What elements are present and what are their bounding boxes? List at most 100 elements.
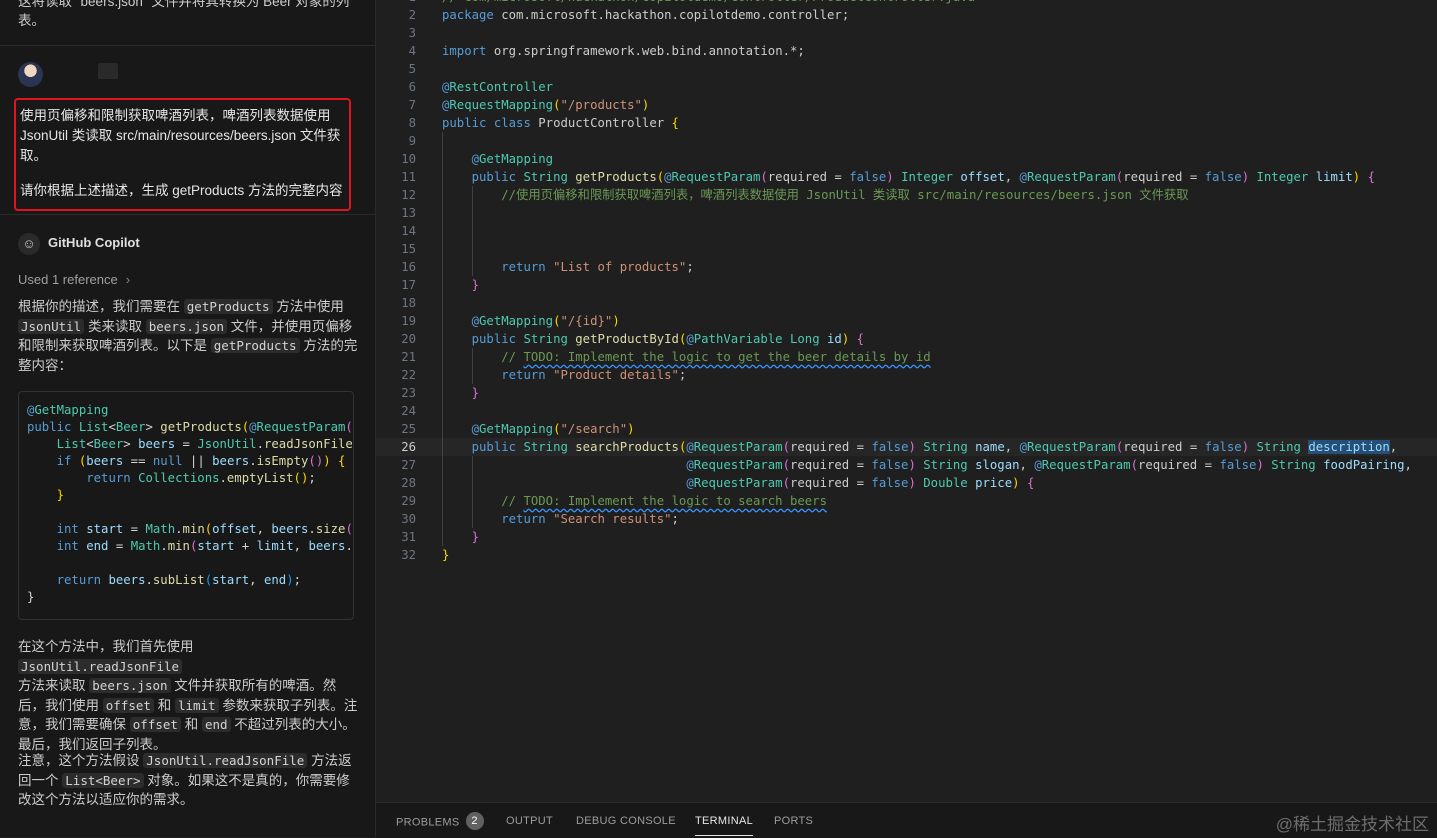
line-number: 12 — [401, 188, 416, 202]
user-message-line: 使用页偏移和限制获取啤酒列表，啤酒列表数据使用 — [20, 108, 331, 123]
line-number: 24 — [401, 404, 416, 418]
tab-label: TERMINAL — [695, 815, 754, 827]
code-line[interactable]: 25 @GetMapping("/search") — [376, 420, 1437, 438]
code-line[interactable]: 15 — [376, 240, 1437, 258]
code-line[interactable]: 23 } — [376, 384, 1437, 402]
copilot-icon: ☺ — [18, 233, 40, 255]
code-line[interactable]: 7 @RequestMapping("/products") — [376, 96, 1437, 114]
bottom-panel: PROBLEMS 2 OUTPUT DEBUG CONSOLE TERMINAL … — [376, 802, 1437, 838]
previous-response-text: 这将读取 "beers.json" 文件并将其转换为 Beer 对象的列 表。 — [18, 0, 358, 30]
watermark: @稀土掘金技术社区 — [1275, 815, 1429, 834]
line-text: return "List of products"; — [501, 260, 694, 274]
code-line[interactable]: 21 // TODO: Implement the logic to get t… — [376, 348, 1437, 366]
line-number: 17 — [401, 278, 416, 292]
inline-code: JsonUtil.readJsonFile — [18, 658, 183, 674]
code-line[interactable]: 6 @RestController — [376, 78, 1437, 96]
line-number: 28 — [401, 476, 416, 490]
code-line[interactable]: 17 } — [376, 276, 1437, 294]
line-number: 18 — [401, 296, 416, 310]
line-number: 23 — [401, 386, 416, 400]
code-line[interactable]: 11 public String getProducts(@RequestPar… — [376, 168, 1437, 186]
line-number: 11 — [401, 170, 416, 184]
code-line[interactable]: 31 } — [376, 528, 1437, 546]
tab-label: OUTPUT — [506, 815, 554, 827]
divider — [0, 214, 375, 215]
code-line[interactable]: 3 — [376, 24, 1437, 42]
line-text: //使用页偏移和限制获取啤酒列表，啤酒列表数据使用 JsonUtil 类读取 s… — [501, 188, 1189, 202]
code-line[interactable]: 14 — [376, 222, 1437, 240]
tab-terminal[interactable]: TERMINAL — [695, 815, 754, 836]
line-text: @RequestParam(required = false) String s… — [686, 458, 1412, 472]
answer-intro: 根据你的描述，我们需要在 getProducts 方法中使用 JsonUtil 类… — [18, 299, 358, 373]
line-number: 27 — [401, 458, 416, 472]
code-line[interactable]: 26 public String searchProducts(@Request… — [376, 438, 1437, 456]
inline-code: beers.json — [89, 678, 171, 693]
code-editor[interactable]: 1// com/microsoft/hackathon/copilotdemo/… — [376, 0, 1437, 802]
line-text: } — [442, 548, 450, 562]
used-reference-toggle[interactable]: Used 1 reference › — [18, 272, 130, 287]
tab-output[interactable]: OUTPUT — [506, 815, 553, 827]
code-line[interactable]: 28 @RequestParam(required = false) Doubl… — [376, 474, 1437, 492]
tab-debug-console[interactable]: DEBUG CONSOLE — [576, 815, 676, 827]
code-line[interactable]: 9 — [376, 132, 1437, 150]
tab-problems[interactable]: PROBLEMS 2 — [396, 812, 484, 830]
line-number: 2 — [408, 8, 416, 22]
line-text: return "Product details"; — [501, 368, 687, 382]
line-text: @RequestParam(required = false) Double p… — [686, 476, 1035, 490]
code-line[interactable]: 12 //使用页偏移和限制获取啤酒列表，啤酒列表数据使用 JsonUtil 类读… — [376, 186, 1437, 204]
user-message-line: JsonUtil 类读取 src/main/resources/beers.js… — [20, 128, 341, 143]
line-text: @RestController — [442, 80, 554, 94]
line-number: 29 — [401, 494, 416, 508]
code-line[interactable]: 24 — [376, 402, 1437, 420]
code-line[interactable]: 20 public String getProductById(@PathVar… — [376, 330, 1437, 348]
code-line[interactable]: 29 // TODO: Implement the logic to searc… — [376, 492, 1437, 510]
code-line[interactable]: 5 — [376, 60, 1437, 78]
code-line[interactable]: 27 @RequestParam(required = false) Strin… — [376, 456, 1437, 474]
code-line[interactable]: 18 — [376, 294, 1437, 312]
code-line[interactable]: 13 — [376, 204, 1437, 222]
line-number: 15 — [401, 242, 416, 256]
inline-code: getProducts — [210, 338, 300, 353]
editor-lines: 1// com/microsoft/hackathon/copilotdemo/… — [376, 0, 1437, 564]
line-number: 32 — [401, 548, 416, 562]
line-number: 16 — [401, 260, 416, 274]
tab-ports[interactable]: PORTS — [774, 815, 813, 827]
line-number: 22 — [401, 368, 416, 382]
line-number: 3 — [408, 26, 416, 40]
line-text: // TODO: Implement the logic to search b… — [501, 494, 827, 508]
line-number: 8 — [408, 116, 416, 130]
code-line[interactable]: 30 return "Search results"; — [376, 510, 1437, 528]
line-number: 21 — [401, 350, 416, 364]
line-text: public String getProducts(@RequestParam(… — [471, 170, 1375, 184]
user-message: 使用页偏移和限制获取啤酒列表，啤酒列表数据使用 JsonUtil 类读取 src… — [14, 98, 351, 211]
code-line[interactable]: 19 @GetMapping("/{id}") — [376, 312, 1437, 330]
inline-code: JsonUtil — [18, 318, 85, 334]
inline-code: offset — [129, 717, 181, 732]
inline-code: limit — [174, 697, 219, 713]
code-line[interactable]: 2 package com.microsoft.hackathon.copilot… — [376, 6, 1437, 24]
line-text: @GetMapping("/search") — [471, 422, 635, 436]
line-text: @GetMapping — [471, 152, 554, 166]
line-number: 31 — [401, 530, 416, 544]
line-text: } — [471, 386, 480, 400]
code-line[interactable]: 22 return "Product details"; — [376, 366, 1437, 384]
user-message-line: 请你根据上述描述，生成 getProducts 方法的完整内容 — [20, 183, 343, 198]
line-number: 7 — [408, 98, 416, 112]
line-number: 9 — [408, 134, 416, 148]
code-line[interactable]: 16 return "List of products"; — [376, 258, 1437, 276]
tab-label: PROBLEMS — [396, 816, 460, 829]
inline-code: getProducts — [183, 299, 273, 314]
previous-response-line: 这将读取 "beers.json" 文件并将其转换为 Beer 对象的列 — [18, 0, 350, 9]
code-line[interactable]: 8 public class ProductController { — [376, 114, 1437, 132]
code-line[interactable]: 4 import org.springframework.web.bind.ann… — [376, 42, 1437, 60]
code-block[interactable]: @GetMapping public List<Beer> getProduct… — [18, 391, 354, 620]
line-text: public class ProductController { — [442, 116, 679, 130]
inline-code: end — [201, 717, 231, 732]
line-number: 14 — [401, 224, 416, 238]
line-number: 13 — [401, 206, 416, 220]
code-line[interactable]: 10 @GetMapping — [376, 150, 1437, 168]
previous-response-line: 表。 — [18, 13, 45, 28]
line-text: import org.springframework.web.bind.anno… — [442, 44, 805, 58]
code-line[interactable]: 32} — [376, 546, 1437, 564]
line-text: return "Search results"; — [501, 512, 679, 526]
